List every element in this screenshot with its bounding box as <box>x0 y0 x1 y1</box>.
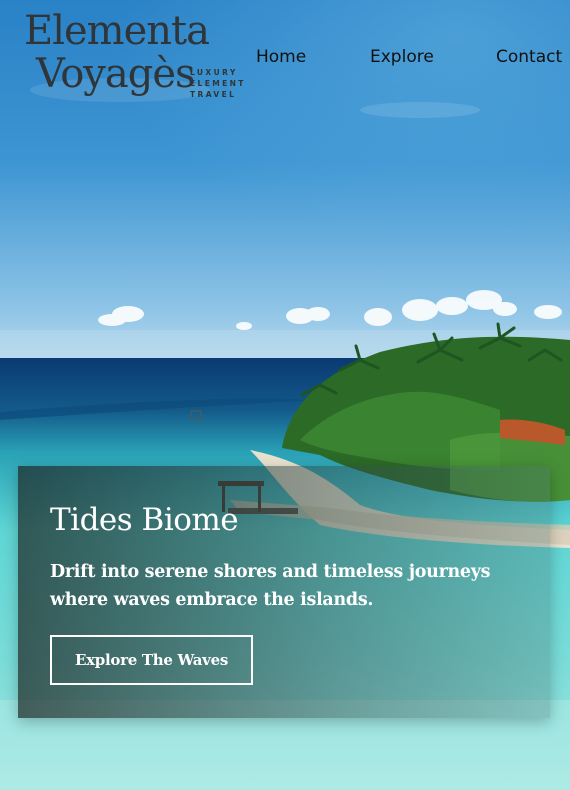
brand-tagline-line: ELEMENT <box>190 79 246 88</box>
brand-tagline-line: TRAVEL <box>190 90 237 99</box>
brand-logo[interactable]: Elementa Voyagès LUXURY ELEMENT TRAVEL <box>24 10 254 105</box>
hero-title: Tides Biome <box>50 502 239 538</box>
nav-link-contact[interactable]: Contact <box>496 47 562 67</box>
nav-link-explore[interactable]: Explore <box>370 47 434 67</box>
explore-waves-button[interactable]: Explore The Waves <box>50 635 253 685</box>
site-header: Elementa Voyagès LUXURY ELEMENT TRAVEL H… <box>0 0 570 110</box>
hero-description: Drift into serene shores and timeless jo… <box>50 562 491 610</box>
brand-tagline: LUXURY ELEMENT TRAVEL <box>190 67 246 100</box>
nav-link-home[interactable]: Home <box>256 47 306 67</box>
brand-tagline-line: LUXURY <box>190 68 238 77</box>
brand-name-line1: Elementa <box>24 8 210 54</box>
hero-card: Tides Biome Drift into serene shores and… <box>18 466 550 718</box>
brand-name-line2: Voyagès <box>36 51 196 97</box>
